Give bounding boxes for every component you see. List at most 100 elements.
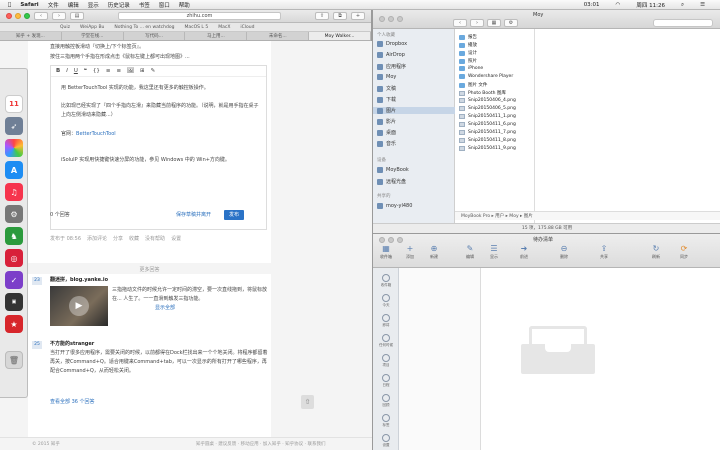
sidebar-item-dropbox[interactable]: Dropbox: [377, 41, 407, 47]
video-thumbnail[interactable]: ▶: [50, 286, 108, 326]
favorite-item[interactable]: iCloud: [240, 25, 254, 30]
share-link[interactable]: 分享: [113, 235, 123, 244]
screenflow-icon[interactable]: ▣: [5, 293, 23, 311]
btt-link[interactable]: BetterTouchTool: [76, 131, 116, 137]
file-item[interactable]: Snip20150411_9.png: [459, 146, 516, 151]
appstore-icon[interactable]: A: [5, 161, 23, 179]
new-tab-button[interactable]: +: [351, 12, 365, 20]
comment-link[interactable]: 添加评论: [87, 235, 107, 244]
sidebar-item-documents[interactable]: 文稿: [377, 85, 396, 92]
file-item[interactable]: Snip20150411_7.png: [459, 130, 516, 135]
bold-button[interactable]: B: [56, 68, 60, 74]
sidebar-item-downloads[interactable]: 下载: [377, 96, 396, 103]
menu-edit[interactable]: 编辑: [68, 1, 79, 9]
sidebar-item-desktop[interactable]: 桌面: [377, 129, 396, 136]
ordered-list-button[interactable]: ≡: [106, 68, 111, 74]
file-item[interactable]: Snip20150406_5.png: [459, 106, 516, 111]
sidebar-item-remote-disc[interactable]: 远程光盘: [377, 178, 406, 185]
toolbar-sync[interactable]: ⟳ 同步: [673, 244, 695, 260]
sidebar-item-shared-host[interactable]: moy-yl480: [377, 203, 412, 209]
sidebar-item-airdrop[interactable]: AirDrop: [377, 52, 405, 58]
sidebar-item-movies[interactable]: 影片: [377, 118, 396, 125]
evernote-icon[interactable]: ♞: [5, 227, 23, 245]
minimize-button[interactable]: [388, 237, 394, 243]
finder-search-field[interactable]: [653, 19, 713, 27]
back-button[interactable]: ‹: [34, 12, 48, 20]
menu-view[interactable]: 显示: [88, 1, 99, 9]
tab[interactable]: 马上用...: [185, 32, 248, 40]
tabs-icon[interactable]: ⧉: [333, 12, 347, 20]
minimize-button[interactable]: [388, 16, 394, 22]
sidebar-item-music[interactable]: 音乐: [377, 140, 396, 147]
battery-time[interactable]: 03:01: [584, 2, 600, 8]
close-button[interactable]: [6, 13, 12, 19]
menu-safari[interactable]: Safari: [20, 2, 38, 8]
file-item[interactable]: Snip20150411_6.png: [459, 122, 516, 127]
file-item[interactable]: 报告: [459, 34, 477, 40]
zoom-button[interactable]: [397, 16, 403, 22]
view-all-answers-link[interactable]: 查看全部 36 个回答: [50, 398, 95, 407]
favorite-item[interactable]: Quiz: [60, 25, 70, 30]
file-item[interactable]: Wondershare Player: [459, 74, 513, 79]
formula-button[interactable]: ✎: [151, 68, 156, 74]
arrange-icon[interactable]: ⚙: [504, 19, 518, 27]
file-item[interactable]: iPhone: [459, 66, 483, 71]
wifi-icon[interactable]: ◠: [616, 2, 621, 8]
feed-author[interactable]: 不方能的stranger: [50, 340, 94, 349]
back-button[interactable]: ‹: [453, 19, 467, 27]
list-icon[interactable]: ☰: [700, 2, 705, 8]
underline-button[interactable]: U: [74, 68, 78, 74]
favorite-item[interactable]: WeiApp Bu: [80, 25, 104, 30]
perspective-review[interactable]: 回顾: [377, 394, 395, 408]
close-button[interactable]: [379, 237, 385, 243]
tab[interactable]: 未命名...: [247, 32, 310, 40]
url-field[interactable]: zhihu.com: [118, 12, 281, 20]
toolbar-add[interactable]: + 添加: [399, 244, 421, 260]
calendar-icon[interactable]: 11: [5, 95, 23, 113]
tab-active[interactable]: Moy Walker...: [309, 32, 371, 40]
tab[interactable]: 学堂在线...: [62, 32, 124, 40]
path-bar[interactable]: MoyBook Pro ▸ 用户 ▸ Moy ▸ 图片: [455, 211, 720, 220]
file-item[interactable]: 照片: [459, 58, 477, 64]
omnifocus-icon[interactable]: ✓: [5, 271, 23, 289]
task-list[interactable]: [399, 268, 481, 450]
image-button[interactable]: 🖼: [127, 68, 134, 74]
tab[interactable]: 写代码...: [124, 32, 186, 40]
unordered-list-button[interactable]: ≡: [116, 68, 121, 74]
file-item[interactable]: Snip20150406_4.png: [459, 98, 516, 103]
apple-icon[interactable]: : [8, 2, 11, 8]
footer-links[interactable]: 知乎圆桌 · 建议反馈 · 移动应用 · 加入知乎 · 知乎协议 · 联系我们: [196, 441, 325, 447]
toolbar-forward[interactable]: ➜ 前进: [513, 244, 535, 260]
italic-button[interactable]: I: [66, 68, 68, 74]
menu-history[interactable]: 历史记录: [108, 1, 130, 9]
toolbar-refresh[interactable]: ↻ 刷新: [645, 244, 667, 260]
file-item[interactable]: 播放: [459, 42, 477, 48]
toolbar-inbox[interactable]: ▦ 收件箱: [375, 244, 397, 260]
perspective-today[interactable]: 今天: [377, 294, 395, 308]
trash-icon[interactable]: 🗑: [5, 351, 23, 369]
vote-count[interactable]: 25: [32, 341, 42, 349]
sidebar-item-apps[interactable]: 应用程序: [377, 63, 406, 70]
table-button[interactable]: ⊞: [140, 68, 145, 74]
file-item[interactable]: Snip20150411_1.png: [459, 114, 516, 119]
sidebar-item-pictures[interactable]: 图片: [373, 107, 455, 114]
play-icon[interactable]: ▶: [69, 296, 89, 316]
menu-help[interactable]: 帮助: [179, 1, 190, 9]
favorite-item[interactable]: Nothing To ... en watchdog: [114, 25, 174, 30]
save-draft-button[interactable]: 保存草稿并离开: [176, 211, 211, 220]
music-icon[interactable]: ♫: [5, 183, 23, 201]
toolbar-edit[interactable]: ✎ 编辑: [459, 244, 481, 260]
perspective-schedule[interactable]: 日程: [377, 374, 395, 388]
perspective-projects[interactable]: 项目: [377, 354, 395, 368]
file-item[interactable]: Snip20150411_8.png: [459, 138, 516, 143]
zoom-button[interactable]: [397, 237, 403, 243]
sidebar-item-moy[interactable]: Moy: [377, 74, 396, 80]
netease-music-icon[interactable]: ◎: [5, 249, 23, 267]
toolbar-view[interactable]: ☰ 显示: [483, 244, 505, 260]
favorite-item[interactable]: MacX: [218, 25, 230, 30]
zoom-button[interactable]: [24, 13, 30, 19]
wunderlist-icon[interactable]: ★: [5, 315, 23, 333]
report-link[interactable]: 设置: [171, 235, 181, 244]
settings-icon[interactable]: ⚙: [5, 205, 23, 223]
close-button[interactable]: [379, 16, 385, 22]
